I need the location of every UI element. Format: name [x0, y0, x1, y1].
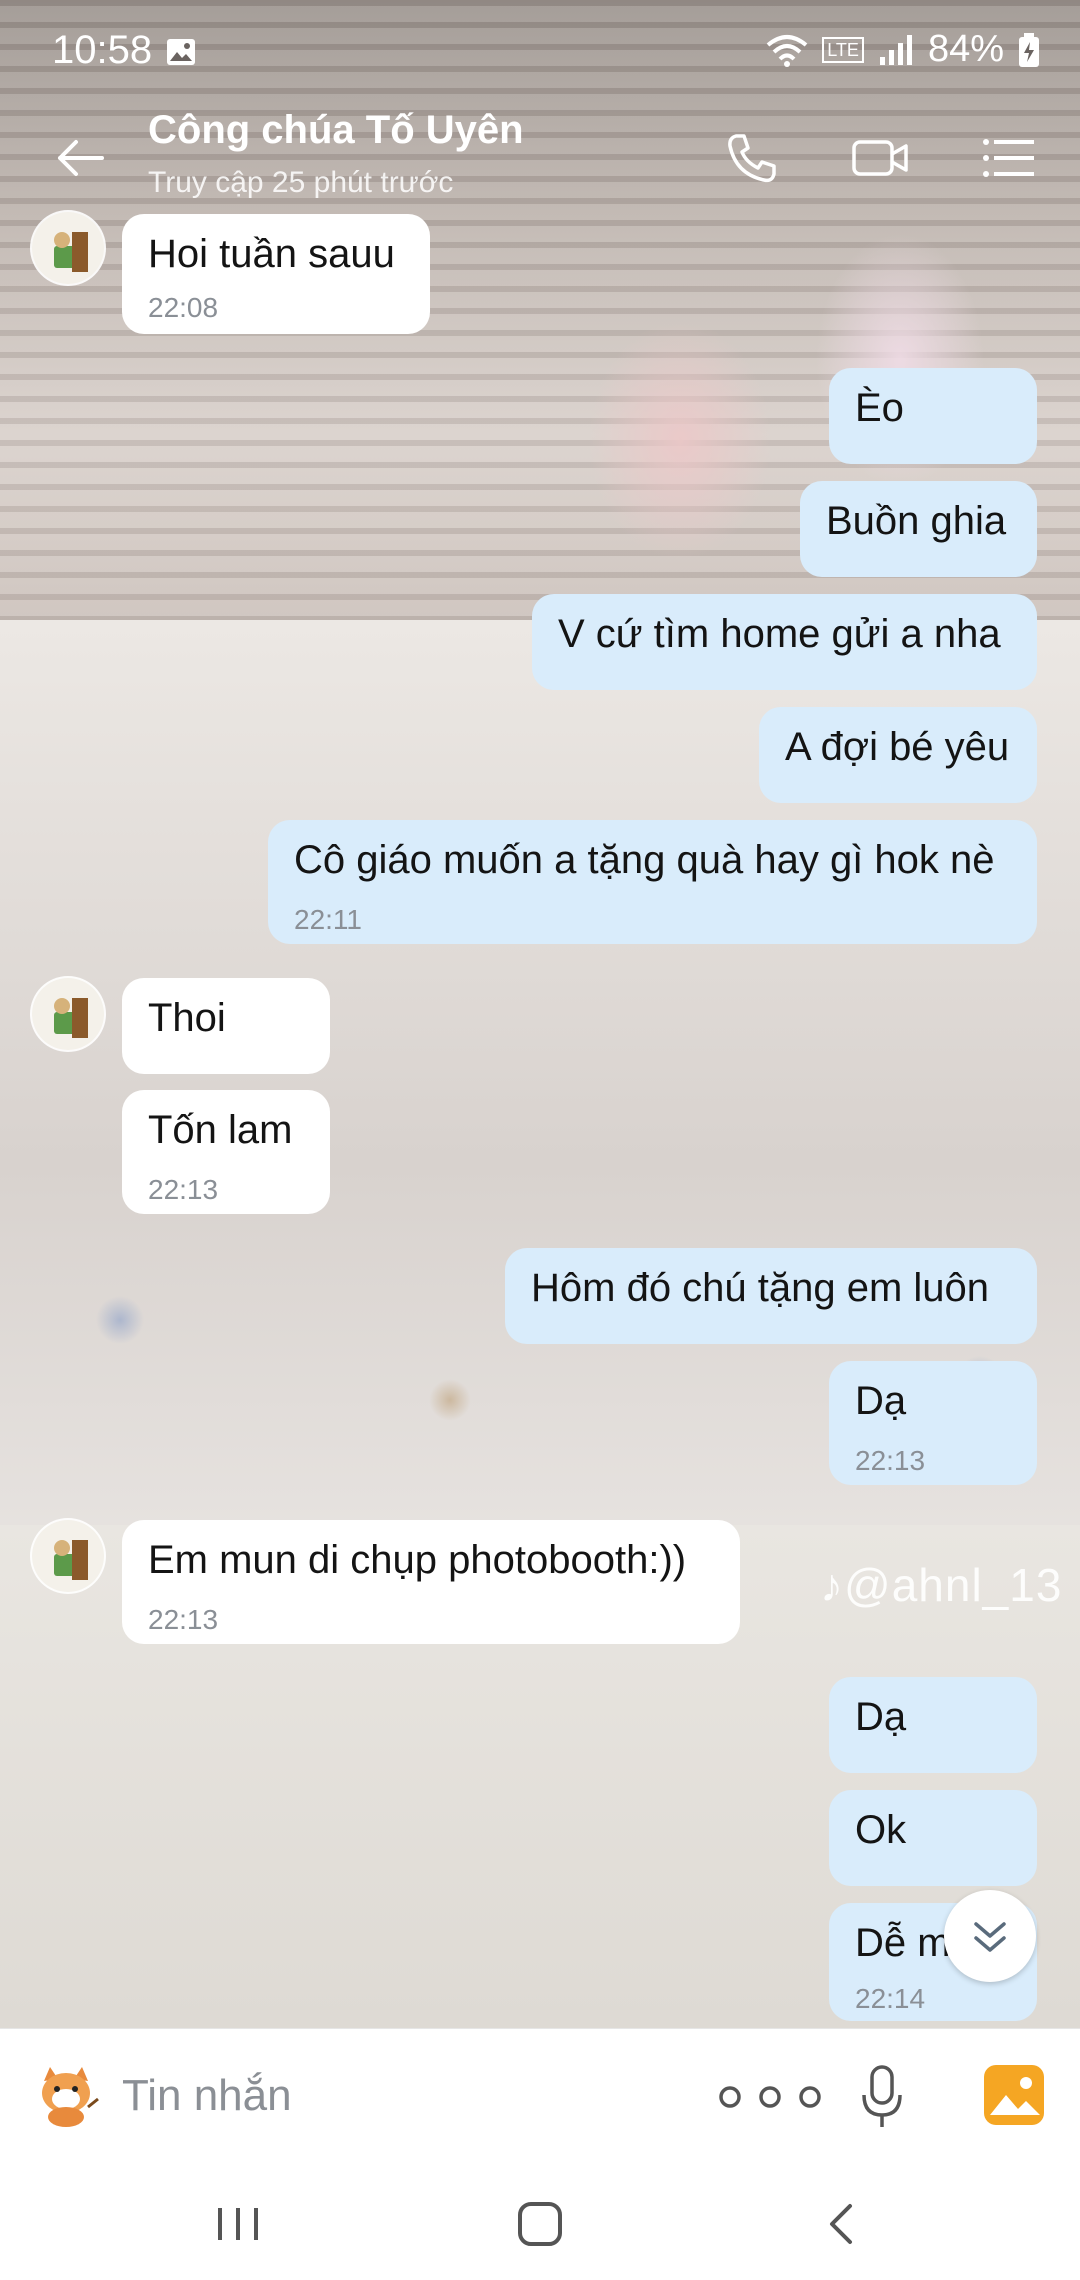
contact-avatar[interactable] [32, 1520, 104, 1592]
chat-header: Công chúa Tố Uyên Truy cập 25 phút trước [0, 100, 1080, 212]
message-text: Dễ m [855, 1921, 951, 1965]
message-bubble[interactable]: V cứ tìm home gửi a nha [532, 594, 1037, 690]
message-time: 22:11 [294, 904, 362, 935]
recent-apps-icon[interactable] [208, 2194, 268, 2254]
message-time: 22:13 [148, 1174, 219, 1205]
avatar-image [32, 978, 104, 1050]
signal-icon [879, 34, 912, 65]
message-text: Tốn lam [148, 1108, 293, 1152]
message-time: 22:13 [855, 1445, 926, 1476]
message-bubble[interactable]: Em mun di chụp photobooth:)) 22:13 [122, 1520, 740, 1644]
battery-percent: 84% [927, 28, 1004, 70]
contact-avatar[interactable] [32, 978, 104, 1050]
message-text: A đợi bé yêu [785, 725, 1010, 769]
microphone-icon[interactable] [860, 2065, 904, 2129]
message-input[interactable] [120, 2065, 684, 2127]
wifi-icon [766, 34, 808, 67]
message-time: 22:14 [855, 1983, 926, 2014]
tiktok-watermark: ♪@ahnl_13 [820, 1559, 1063, 1611]
message-bubble[interactable]: Dạ [829, 1677, 1037, 1773]
message-text: Cô giáo muốn a tặng quà hay gì hok nè [294, 838, 995, 882]
message-bubble[interactable]: Hoi tuần sauu 22:08 [122, 214, 430, 334]
message-text: Hôm đó chú tặng em luôn [531, 1266, 990, 1310]
menu-list-icon[interactable] [978, 128, 1038, 188]
avatar-image [32, 1520, 104, 1592]
message-text: Thoi [148, 996, 226, 1040]
scroll-down-icon [974, 1922, 1006, 1952]
last-seen-status: Truy cập 25 phút trước [148, 166, 454, 199]
gallery-notification-icon [167, 39, 195, 65]
volte-badge: LTE [822, 36, 864, 63]
message-text: Èo [855, 386, 904, 430]
message-bubble[interactable]: Tốn lam 22:13 [122, 1090, 330, 1214]
image-icon[interactable] [982, 2063, 1046, 2127]
message-bubble[interactable]: Thoi [122, 978, 330, 1074]
battery-charging-icon [1019, 32, 1039, 67]
status-time: 10:58 [52, 28, 153, 72]
message-bubble[interactable]: Ok [829, 1790, 1037, 1886]
system-navigation-bar [0, 2160, 1080, 2280]
status-indicators: LTE 84% [766, 28, 1040, 71]
more-icon[interactable] [714, 2085, 826, 2109]
message-bubble[interactable]: Cô giáo muốn a tặng quà hay gì hok nè 22… [268, 820, 1037, 944]
message-text: V cứ tìm home gửi a nha [558, 612, 1001, 656]
scroll-to-bottom-button[interactable] [944, 1890, 1036, 1982]
message-bubble[interactable]: A đợi bé yêu [759, 707, 1037, 803]
back-arrow-icon[interactable] [52, 130, 108, 186]
message-bubble[interactable]: Dạ 22:13 [829, 1361, 1037, 1485]
contact-avatar[interactable] [32, 212, 104, 284]
video-call-icon[interactable] [850, 128, 910, 188]
home-icon[interactable] [510, 2194, 570, 2254]
message-text: Hoi tuần sauu [148, 232, 395, 276]
message-text: Dạ [855, 1695, 907, 1739]
message-time: 22:13 [148, 1604, 219, 1635]
status-bar: 10:58 LTE 84% [0, 0, 1080, 100]
back-nav-icon[interactable] [812, 2194, 872, 2254]
message-bubble[interactable]: Hôm đó chú tặng em luôn [505, 1248, 1037, 1344]
contact-name[interactable]: Công chúa Tố Uyên [148, 108, 524, 153]
message-input-bar [0, 2028, 1080, 2161]
message-text: Dạ [855, 1379, 907, 1423]
avatar-image [32, 212, 104, 284]
message-text: Ok [855, 1808, 907, 1852]
sticker-icon[interactable] [30, 2059, 102, 2131]
message-bubble[interactable]: Èo [829, 368, 1037, 464]
message-time: 22:08 [148, 292, 219, 323]
message-text: Buồn ghia [826, 499, 1007, 543]
message-bubble[interactable]: Buồn ghia [800, 481, 1037, 577]
message-text: Em mun di chụp photobooth:)) [148, 1538, 687, 1582]
phone-icon[interactable] [722, 128, 782, 188]
